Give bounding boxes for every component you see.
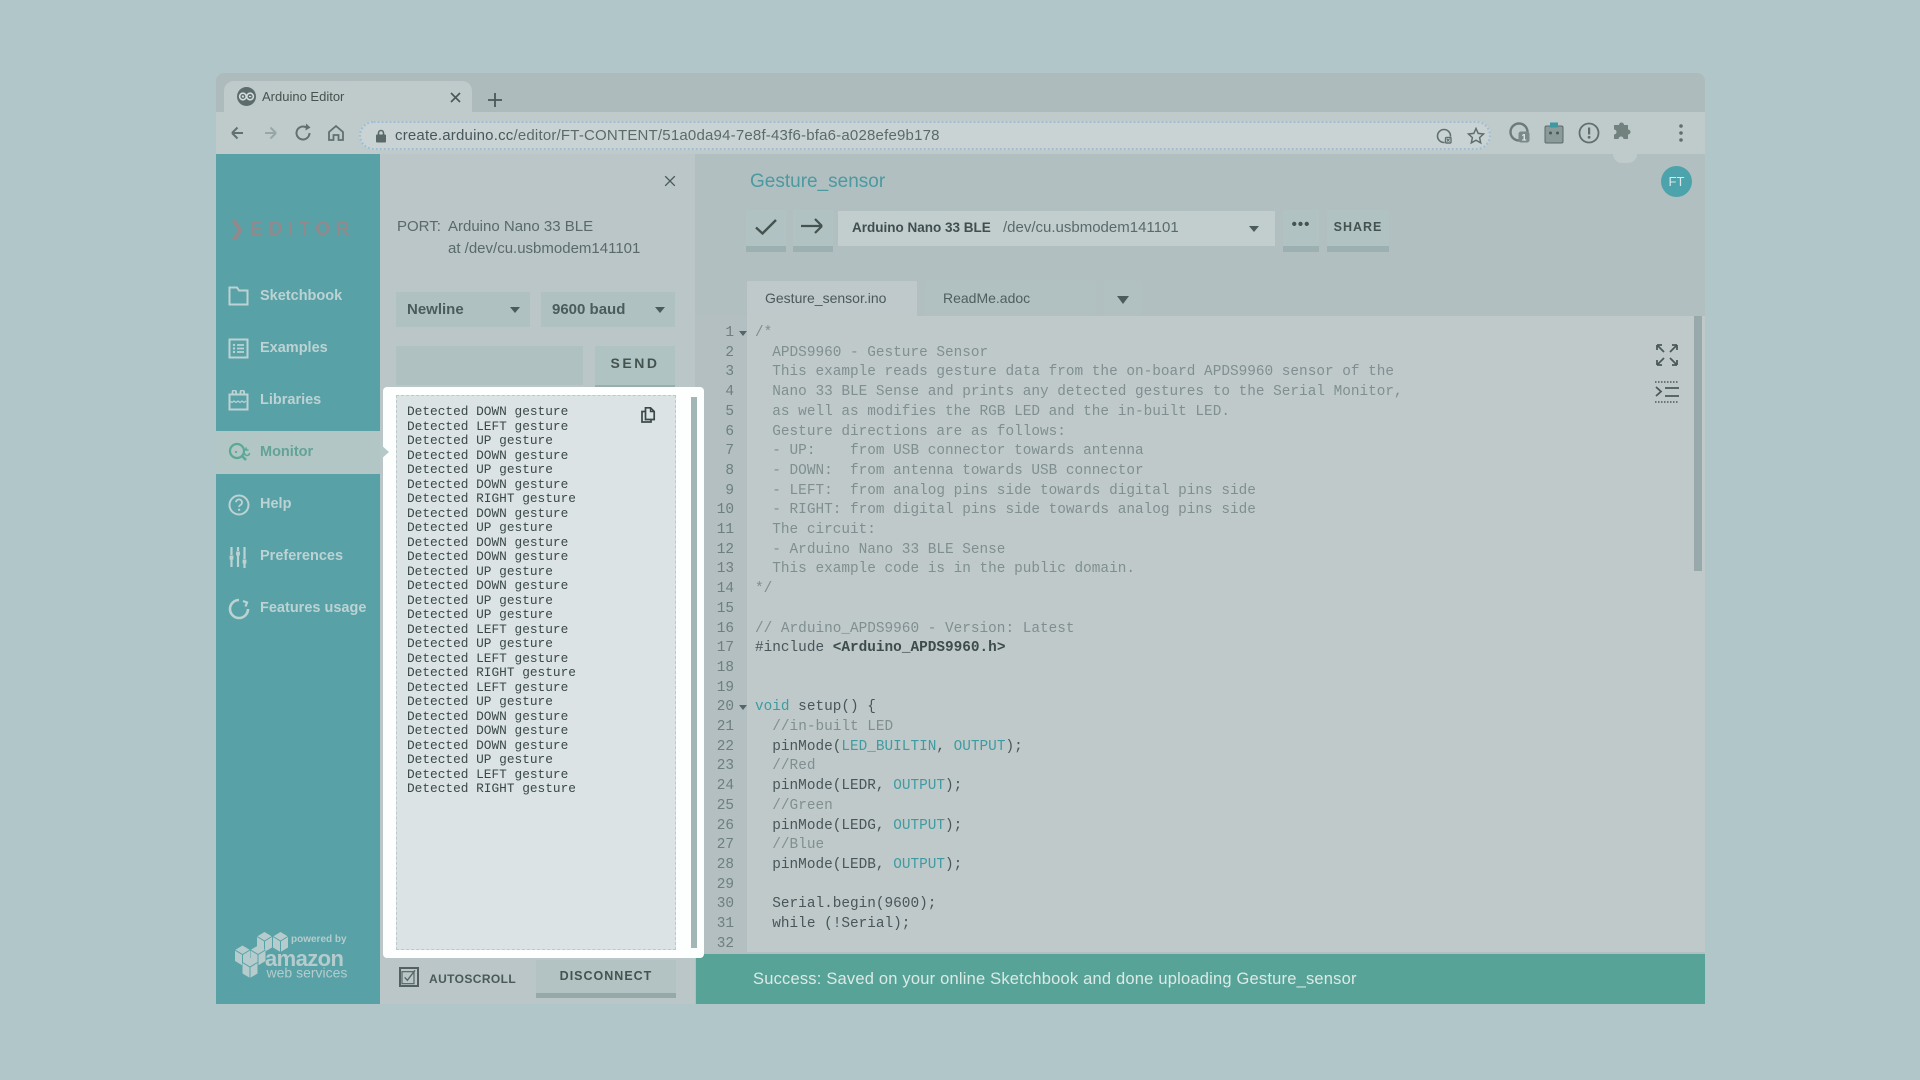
svg-text:1: 1 [1521, 133, 1526, 143]
svg-text:web services: web services [266, 965, 348, 979]
svg-text:powered by: powered by [291, 934, 347, 945]
